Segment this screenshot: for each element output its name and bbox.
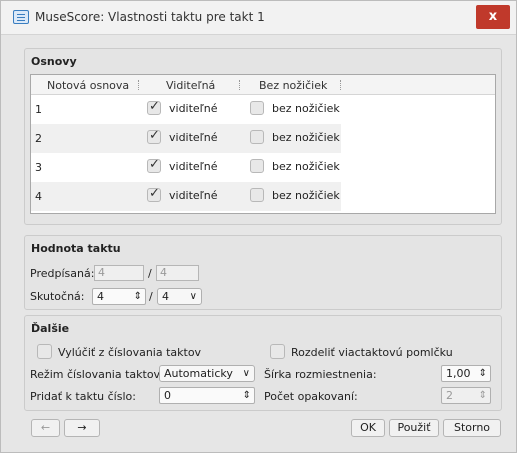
stretch-label: Šírka rozmiestnenia: (264, 368, 377, 381)
actual-label: Skutočná: (30, 290, 85, 303)
visible-label: viditeľné (169, 102, 218, 115)
column-header-staff[interactable]: Notová osnova (47, 79, 129, 92)
numbering-mode-label: Režim číslovania taktov: (30, 368, 164, 381)
column-separator (138, 80, 139, 90)
break-mmrest-checkbox[interactable] (270, 344, 285, 359)
ok-button[interactable]: OK (351, 419, 385, 437)
staves-group: Osnovy Notová osnova Viditeľná Bez nožič… (24, 48, 502, 225)
stretch-spinbox[interactable]: 1,00 ⇕ (441, 365, 491, 382)
staff-number: 1 (35, 103, 42, 116)
staff-number: 2 (35, 132, 42, 145)
table-row: 2 viditeľné bez nožičiek (31, 124, 341, 153)
staff-number: 3 (35, 161, 42, 174)
actual-denominator-value: 4 (162, 290, 169, 303)
stemless-label: bez nožičiek (272, 102, 340, 115)
visible-label: viditeľné (169, 160, 218, 173)
close-button[interactable]: x (476, 5, 510, 29)
actual-numerator-value: 4 (97, 290, 104, 303)
add-to-number-spinbox[interactable]: 0 ⇕ (159, 387, 255, 404)
column-separator (239, 80, 240, 90)
visible-label: viditeľné (169, 189, 218, 202)
stemless-checkbox[interactable] (250, 159, 264, 173)
nominal-slash: / (148, 267, 152, 280)
exclude-numbering-label: Vylúčiť z číslovania taktov (58, 346, 202, 359)
actual-slash: / (149, 290, 153, 303)
numbering-mode-dropdown[interactable]: Automaticky ∨ (159, 365, 255, 382)
stemless-label: bez nožičiek (272, 189, 340, 202)
column-header-stemless[interactable]: Bez nožičiek (259, 79, 327, 92)
previous-measure-button[interactable]: ← (31, 419, 60, 437)
cancel-button[interactable]: Storno (443, 419, 501, 437)
actual-numerator-spinbox[interactable]: 4 ⇕ (92, 288, 146, 305)
nominal-numerator: 4 (94, 265, 144, 281)
add-to-number-label: Pridať k taktu číslo: (30, 390, 136, 403)
visible-checkbox[interactable] (147, 157, 161, 173)
duration-group: Hodnota taktu Predpísaná: 4 / 4 Skutočná… (24, 235, 502, 310)
numbering-mode-value: Automaticky (164, 367, 233, 380)
exclude-numbering-checkbox[interactable] (37, 344, 52, 359)
repeat-count-spinbox: 2 ⇕ (441, 387, 491, 404)
visible-checkbox[interactable] (147, 186, 161, 202)
other-group-title: Ďalšie (31, 322, 70, 335)
next-measure-button[interactable]: → (64, 419, 100, 437)
chevron-down-icon: ∨ (189, 291, 197, 302)
staff-number: 4 (35, 190, 42, 203)
stemless-checkbox[interactable] (250, 130, 264, 144)
musescore-app-icon (13, 10, 29, 24)
stemless-label: bez nožičiek (272, 160, 340, 173)
nominal-label: Predpísaná: (30, 267, 95, 280)
chevron-down-icon: ∨ (242, 368, 250, 379)
measure-properties-dialog: MuseScore: Vlastnosti taktu pre takt 1 x… (0, 0, 517, 453)
repeat-count-value: 2 (446, 389, 453, 402)
table-row: 3 viditeľné bez nožičiek (31, 153, 341, 182)
spin-arrows-icon[interactable]: ⇕ (479, 366, 487, 381)
duration-group-title: Hodnota taktu (31, 242, 121, 255)
table-row: 4 viditeľné bez nožičiek (31, 182, 341, 211)
break-mmrest-label: Rozdeliť viactaktovú pomlčku (291, 346, 453, 359)
spin-arrows-icon: ⇕ (478, 390, 487, 401)
spin-arrows-icon[interactable]: ⇕ (134, 289, 142, 304)
actual-denominator-dropdown[interactable]: 4 ∨ (157, 288, 202, 305)
stemless-label: bez nožičiek (272, 131, 340, 144)
stretch-value: 1,00 (446, 367, 471, 380)
apply-button[interactable]: Použiť (389, 419, 439, 437)
staves-group-title: Osnovy (31, 55, 77, 68)
title-bar: MuseScore: Vlastnosti taktu pre takt 1 x (1, 1, 516, 35)
stemless-checkbox[interactable] (250, 188, 264, 202)
window-title: MuseScore: Vlastnosti taktu pre takt 1 (35, 10, 265, 24)
column-header-visible[interactable]: Viditeľná (166, 79, 215, 92)
nominal-denominator: 4 (156, 265, 199, 281)
stemless-checkbox[interactable] (250, 101, 264, 115)
visible-label: viditeľné (169, 131, 218, 144)
staves-table: Notová osnova Viditeľná Bez nožičiek 1 v… (30, 74, 496, 214)
add-to-number-value: 0 (164, 389, 171, 402)
visible-checkbox[interactable] (147, 99, 161, 115)
staves-table-header: Notová osnova Viditeľná Bez nožičiek (31, 75, 495, 95)
table-row: 1 viditeľné bez nožičiek (31, 95, 341, 124)
column-separator (340, 80, 341, 90)
other-group: Ďalšie Vylúčiť z číslovania taktov Rozde… (24, 315, 502, 411)
spin-arrows-icon[interactable]: ⇕ (243, 388, 251, 403)
repeat-count-label: Počet opakovaní: (264, 390, 358, 403)
visible-checkbox[interactable] (147, 128, 161, 144)
